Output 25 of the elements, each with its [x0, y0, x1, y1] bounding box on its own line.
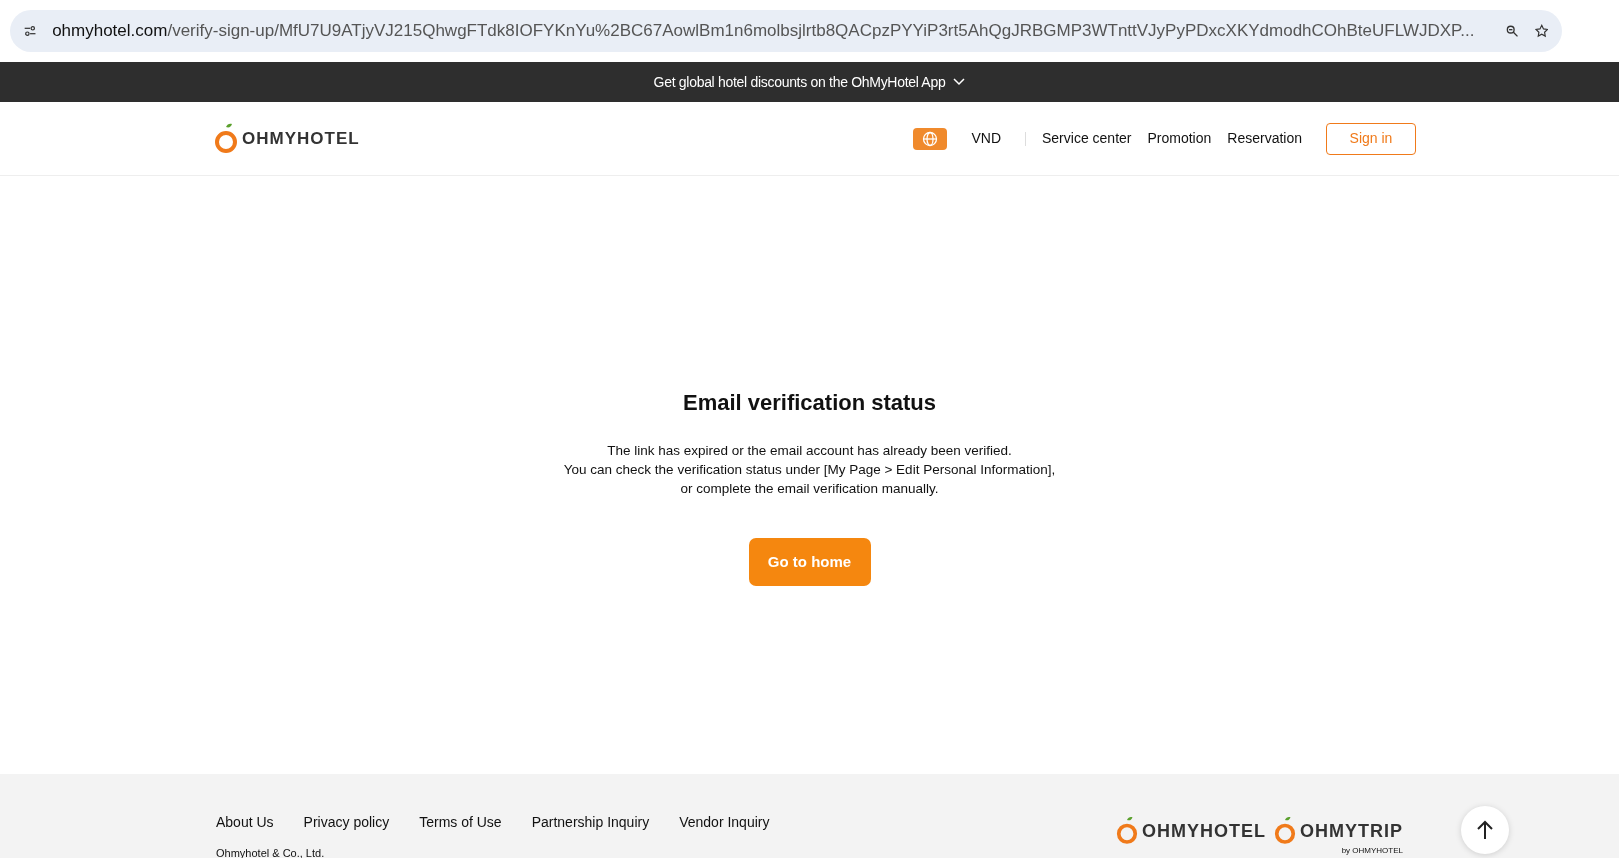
message-text: You can check the verification status under [My Page > Edit Personal Information], [562, 461, 1057, 479]
back-to-top-button[interactable] [1461, 806, 1509, 854]
message-text: The link has expired or the email account has already been verified. [606, 442, 1013, 460]
page-title: Email verification status [681, 389, 938, 417]
chevron-down-icon[interactable] [953, 78, 966, 86]
site-settings-icon[interactable] [24, 23, 37, 39]
footer-link[interactable]: Partnership Inquiry [531, 812, 650, 833]
nav-link[interactable]: Service center [1042, 128, 1132, 149]
url-text: ohmyhotel.com/verify-sign-up/MfU7U9ATjyVJ215QhwgFTdk8IOFYKnYu%2BC67AowlBm1n6molbsjlrtb8QACpzPYYiP3rt5AhQgJRBGMP3WTnttVJyPyPDxcXKYdmodhCOhBteUFLWJDXP... [52, 20, 1475, 43]
promo-text[interactable]: Get global hotel discounts on the OhMyHotel App [653, 71, 946, 93]
footer-link[interactable]: Privacy policy [303, 812, 390, 833]
footer-link[interactable]: Vendor Inquiry [679, 812, 770, 833]
arrow-up-icon [1476, 820, 1494, 840]
globe-icon [922, 130, 939, 147]
address-bar[interactable]: ohmyhotel.com/verify-sign-up/MfU7U9ATjyVJ215QhwgFTdk8IOFYKnYu%2BC67AowlBm1n6molbsjlrtb8QACpzPYYiP3rt5AhQgJRBGMP3WTnttVJyPyPDxcXKYdmodhCOhBteUFLWJDXP... [10, 10, 1562, 52]
message-text: or complete the email verification manually. [679, 480, 940, 498]
brand-logo: OHMYTRIP [1274, 816, 1403, 846]
footer-link[interactable]: Terms of Use [419, 812, 502, 833]
byline-text: by OHMYHOTEL [1341, 846, 1403, 855]
nav-link[interactable]: Reservation [1227, 128, 1302, 149]
currency-link[interactable]: VND [971, 128, 1001, 149]
site-logo[interactable]: OHMYHOTEL [214, 122, 360, 155]
brand-logo: OHMYHOTEL [1116, 816, 1266, 846]
nav-link[interactable]: Promotion [1147, 128, 1212, 149]
footer-link[interactable]: About Us [216, 812, 274, 833]
